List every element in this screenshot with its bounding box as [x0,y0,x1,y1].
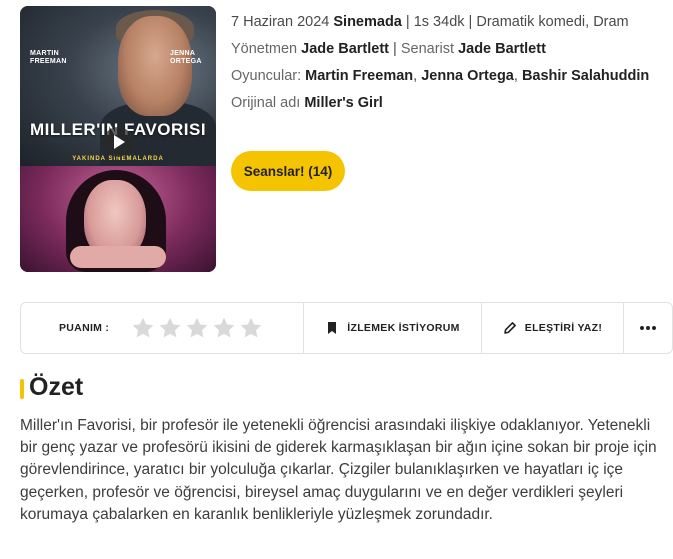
watchlist-label: İZLEMEK İSTİYORUM [347,322,460,334]
more-icon [640,326,656,330]
rating-label: PUANIM : [59,322,110,334]
watchlist-button[interactable]: İZLEMEK İSTİYORUM [304,303,481,353]
release-row: 7 Haziran 2024 Sinemada | 1s 34dk | Dram… [231,12,671,33]
showtimes-button[interactable]: Seanslar! (14) [231,151,345,191]
cast-link[interactable]: Jenna Ortega [421,68,514,84]
director-label: Yönetmen [231,41,298,57]
original-title-label: Orijinal adı [231,95,301,111]
original-title: Miller's Girl [304,95,383,111]
duration: 1s 34dk [413,14,465,30]
release-status[interactable]: Sinemada [333,14,402,30]
write-review-button[interactable]: ELEŞTİRİ YAZ! [482,303,623,353]
movie-info: 7 Haziran 2024 Sinemada | 1s 34dk | Dram… [231,12,671,120]
release-date: 7 Haziran 2024 [231,14,330,30]
review-label: ELEŞTİRİ YAZ! [524,322,603,334]
bookmark-icon [328,322,337,334]
movie-poster[interactable]: MARTIN FREEMAN JENNA ORTEGA MILLER'IN FA… [20,6,216,272]
writer-label: Senarist [400,41,455,57]
separator: | [468,14,473,30]
crew-row: Yönetmen Jade Bartlett | Senarist Jade B… [231,39,671,60]
original-title-row: Orijinal adı Miller's Girl [231,93,671,114]
pencil-icon [503,322,516,334]
cast-label: Oyuncular: [231,68,302,84]
star-icon[interactable] [212,316,236,340]
cast-link[interactable]: Martin Freeman [305,68,413,84]
rating-section: PUANIM : [21,303,303,353]
summary-heading: Özet [29,373,84,401]
play-icon [114,135,125,149]
play-trailer-button[interactable] [103,127,133,157]
separator: | [405,14,410,30]
more-options-button[interactable] [624,303,672,353]
star-icon[interactable] [239,316,263,340]
genre: Dramatik komedi, Dram [476,14,629,30]
summary-text: Miller'ın Favorisi, bir profesör ile yet… [20,417,657,523]
separator: | [393,41,397,57]
writer-link[interactable]: Jade Bartlett [458,41,546,57]
star-icon[interactable] [185,316,209,340]
poster-actor1-face [118,16,192,116]
section-accent-bar [20,379,24,399]
poster-actor2-hands [70,246,166,268]
poster-actor1-name: MARTIN FREEMAN [30,50,67,65]
cast-link[interactable]: Bashir Salahuddin [522,68,649,84]
action-bar: PUANIM : İZLEMEK İSTİYORUM ELEŞTİRİ YAZ! [20,302,673,354]
cast-row: Oyuncular: Martin Freeman, Jenna Ortega,… [231,68,650,84]
star-icon[interactable] [158,316,182,340]
director-link[interactable]: Jade Bartlett [301,41,389,57]
star-icon[interactable] [131,316,155,340]
poster-actor2-name: JENNA ORTEGA [170,50,202,65]
